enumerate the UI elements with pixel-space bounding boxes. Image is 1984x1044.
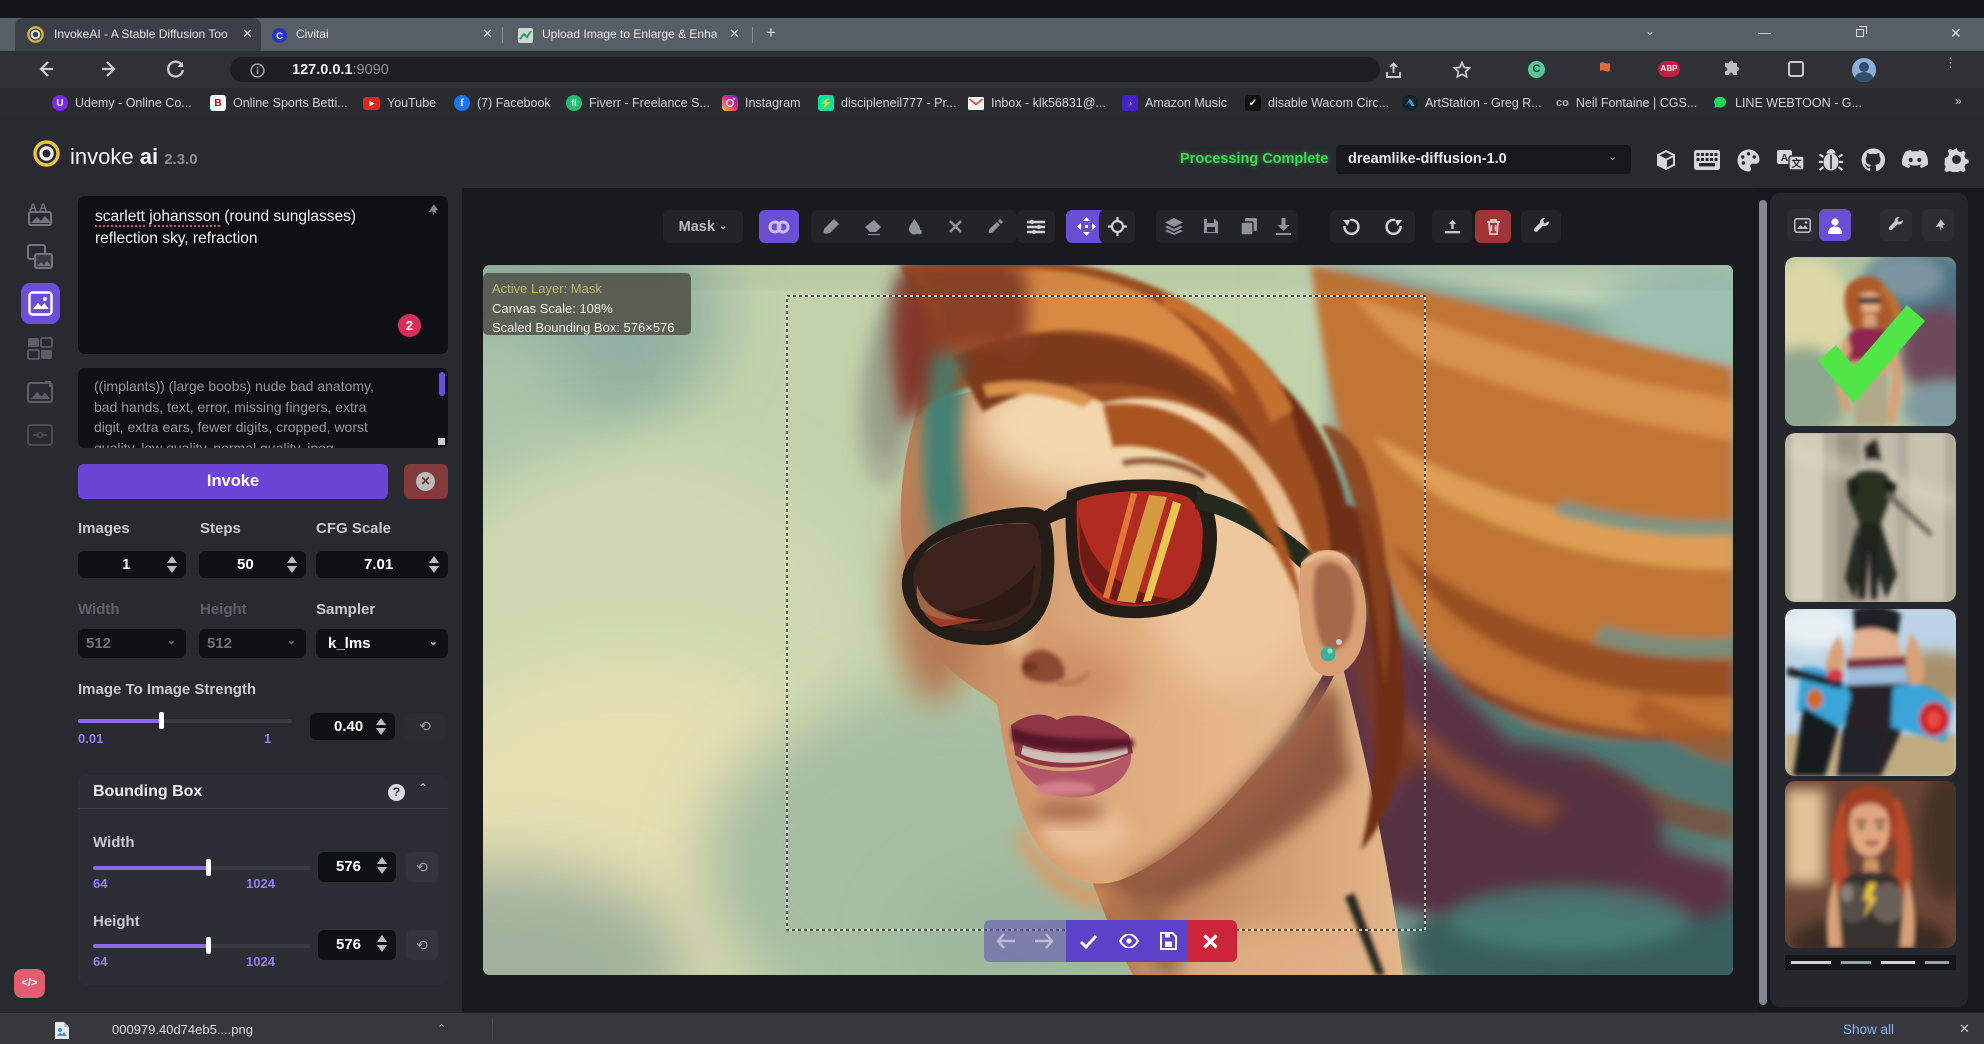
svg-text:A: A [1781, 153, 1788, 164]
svg-text:文: 文 [1792, 157, 1803, 170]
svg-text:C: C [276, 31, 283, 42]
